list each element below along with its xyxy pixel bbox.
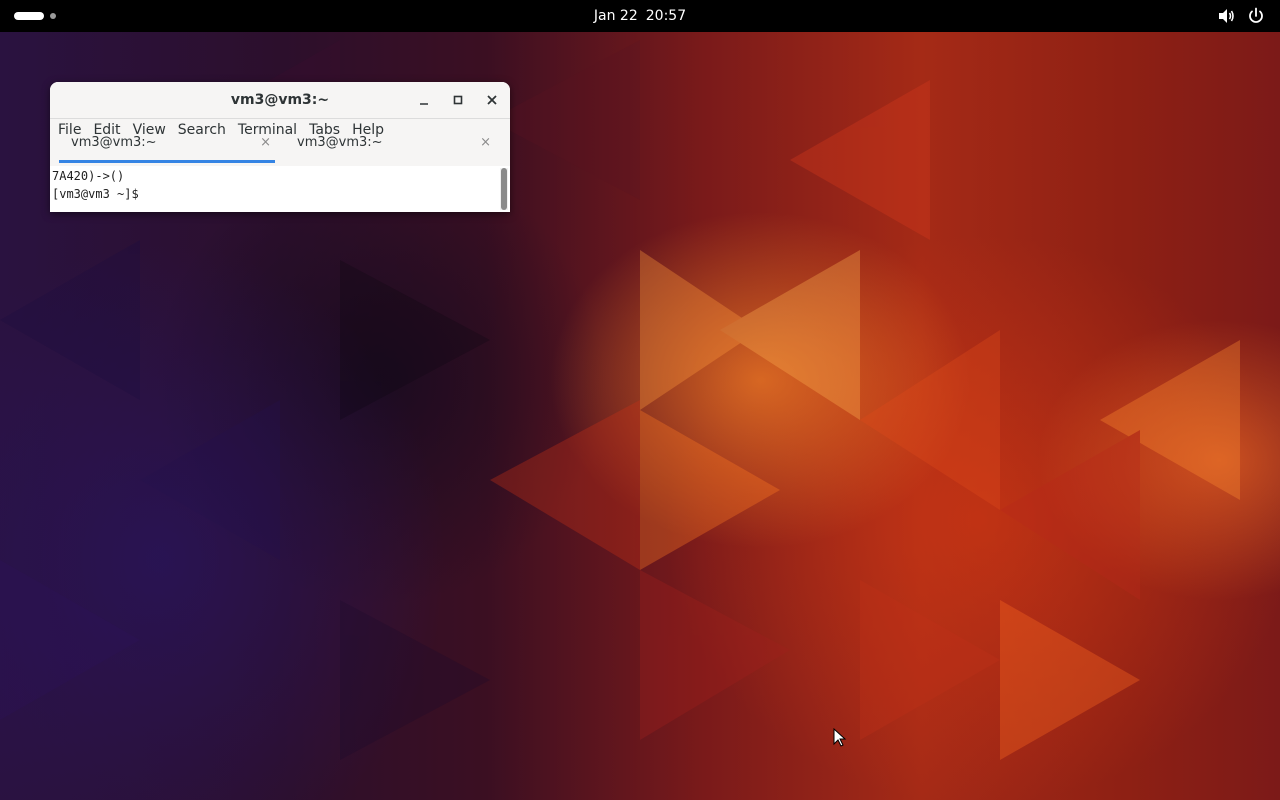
system-tray[interactable] [1216,6,1266,26]
tab-bar: vm3@vm3:~ × vm3@vm3:~ × [50,135,510,153]
minimize-button[interactable] [414,90,434,110]
terminal-window[interactable]: vm3@vm3:~ File Edit View Search Terminal… [50,82,510,212]
terminal-line: 7A420)->() [52,169,125,183]
clock[interactable]: Jan 22 20:57 [0,0,1280,32]
tab-1-label: vm3@vm3:~ [71,135,157,150]
tab-1[interactable]: vm3@vm3:~ × [59,133,275,153]
minimize-icon [420,103,428,105]
clock-time: 20:57 [645,8,687,24]
maximize-button[interactable] [448,90,468,110]
terminal-prompt: [vm3@vm3 ~]$ [52,187,146,201]
speaker-icon[interactable] [1216,6,1236,26]
mouse-pointer-icon [833,728,847,747]
top-bar: Jan 22 20:57 [0,0,1280,32]
power-icon[interactable] [1246,6,1266,26]
terminal-scrollbar[interactable] [500,168,508,210]
window-titlebar[interactable]: vm3@vm3:~ [50,82,510,119]
tab-2-label: vm3@vm3:~ [297,135,383,150]
scrollbar-thumb[interactable] [501,168,507,210]
maximize-icon [453,95,463,105]
tab-1-close-icon[interactable]: × [260,133,271,153]
tab-2-close-icon[interactable]: × [480,133,491,153]
tab-2[interactable]: vm3@vm3:~ × [285,133,495,153]
close-button[interactable] [482,90,502,110]
active-tab-indicator [59,160,275,163]
terminal-output[interactable]: 7A420)->() [vm3@vm3 ~]$ [50,166,510,212]
close-icon [487,95,497,105]
clock-date: Jan 22 [593,8,638,24]
